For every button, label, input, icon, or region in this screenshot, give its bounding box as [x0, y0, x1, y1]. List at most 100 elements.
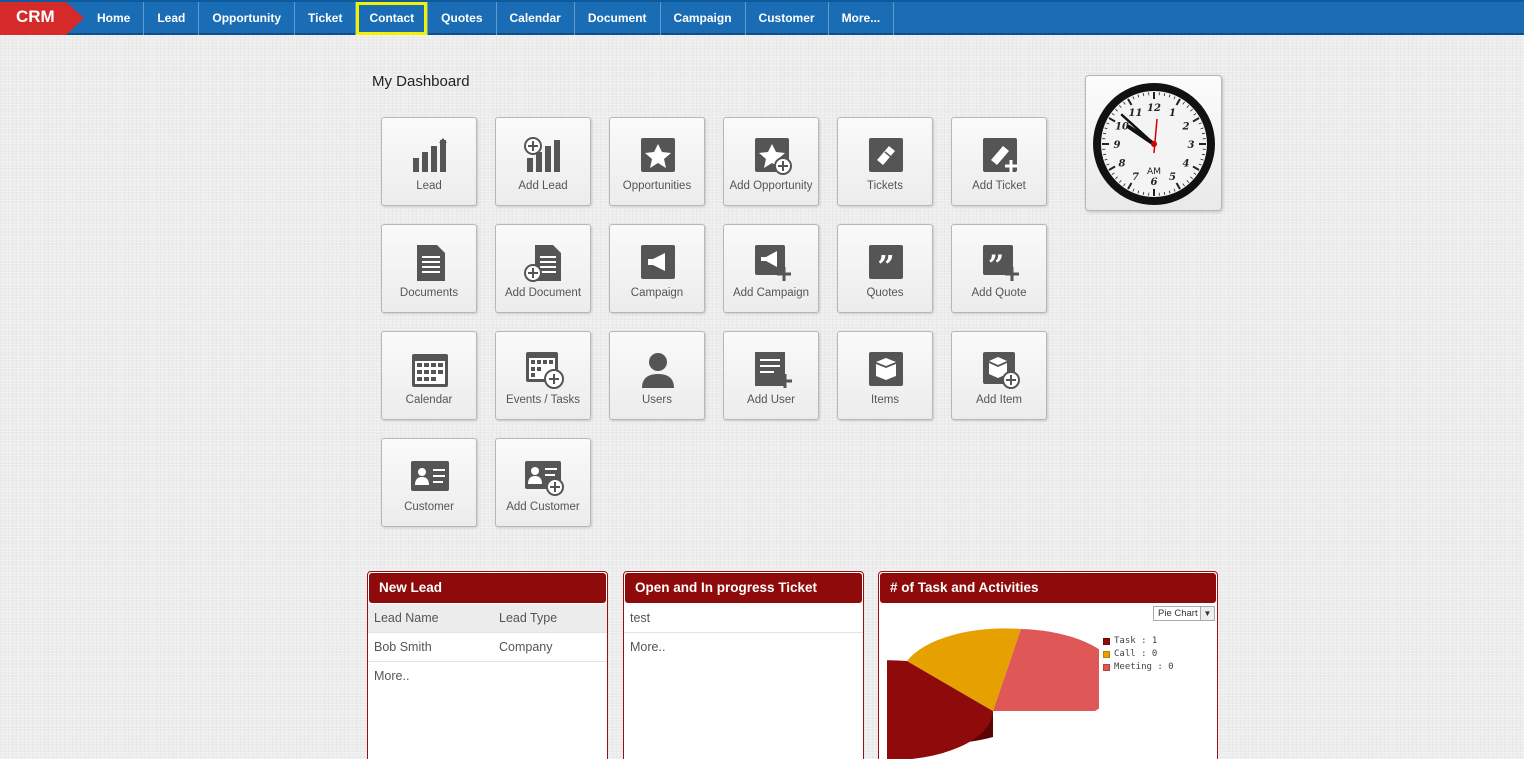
user-icon — [637, 350, 679, 390]
tile-add-customer[interactable]: Add Customer — [495, 438, 591, 527]
clock-numeral: 1 — [1169, 108, 1176, 119]
tile-add-opportunity[interactable]: Add Opportunity — [723, 117, 819, 206]
lead-type-cell: Company — [499, 640, 553, 654]
ticket-name[interactable]: test — [630, 604, 650, 632]
svg-text:”: ” — [877, 250, 894, 283]
tile-add-document[interactable]: Add Document — [495, 224, 591, 313]
nav-quotes[interactable]: Quotes — [428, 2, 497, 35]
tile-label: Campaign — [630, 287, 684, 299]
widget-title: # of Task and Activities — [880, 573, 1216, 603]
more-link[interactable]: More.. — [368, 662, 607, 691]
clock-numeral: 8 — [1118, 159, 1125, 170]
tasks-chart-widget: # of Task and Activities Pie Chart ▼ Tas… — [878, 571, 1218, 759]
chart-legend: Task : 1 Call : 0 Meeting : 0 — [1103, 635, 1174, 674]
tile-quotes[interactable]: ” Quotes — [837, 224, 933, 313]
add-megaphone-icon — [751, 243, 793, 283]
quote-icon: ” — [865, 243, 907, 283]
nav-ticket[interactable]: Ticket — [295, 2, 357, 35]
widget-title: New Lead — [369, 573, 606, 603]
nav-lead[interactable]: Lead — [144, 2, 200, 35]
add-user-icon — [751, 350, 793, 390]
tile-customer[interactable]: Customer — [381, 438, 477, 527]
tile-add-user[interactable]: Add User — [723, 331, 819, 420]
page-title: My Dashboard — [372, 73, 470, 90]
tile-users[interactable]: Users — [609, 331, 705, 420]
more-link[interactable]: More.. — [624, 633, 863, 662]
add-box-icon — [979, 350, 1021, 390]
legend-label: Task : 1 — [1114, 636, 1158, 646]
legend-swatch — [1103, 638, 1110, 645]
clock-numeral: 12 — [1147, 103, 1161, 114]
tile-label: Add User — [747, 394, 795, 406]
legend-label: Call : 0 — [1114, 649, 1158, 659]
clock-numeral: 3 — [1188, 140, 1195, 151]
tile-add-quote[interactable]: ” Add Quote — [951, 224, 1047, 313]
tile-label: Add Ticket — [972, 180, 1026, 192]
nav-customer[interactable]: Customer — [746, 2, 829, 35]
tile-opportunities[interactable]: Opportunities — [609, 117, 705, 206]
tile-lead[interactable]: Lead — [381, 117, 477, 206]
column-header: Lead Name — [374, 611, 439, 625]
pie-chart — [887, 628, 1099, 759]
add-chart-icon — [523, 136, 565, 176]
tile-tickets[interactable]: Tickets — [837, 117, 933, 206]
svg-text:AM: AM — [1147, 167, 1161, 177]
crm-logo[interactable]: CRM — [0, 2, 84, 35]
new-lead-widget: New Lead Lead Name Lead Type Bob Smith C… — [367, 571, 608, 759]
clock-face-icon: 12 12 3 456 78 9 1011 AM — [1093, 83, 1215, 205]
tile-label: Add Quote — [971, 287, 1027, 299]
tile-label: Add Campaign — [732, 287, 810, 299]
legend-item: Task : 1 — [1103, 635, 1174, 648]
nav-contact[interactable]: Contact — [356, 2, 429, 35]
nav-home[interactable]: Home — [84, 2, 145, 35]
main-nav: Home Lead Opportunity Ticket Contact Quotes Ca… — [84, 2, 895, 35]
legend-label: Meeting : 0 — [1114, 662, 1174, 672]
clock-numeral: 7 — [1132, 172, 1139, 183]
tile-calendar[interactable]: Calendar — [381, 331, 477, 420]
chevron-down-icon[interactable]: ▼ — [1200, 607, 1214, 620]
tile-events-tasks[interactable]: Events / Tasks — [495, 331, 591, 420]
clock-numeral: 6 — [1151, 177, 1158, 188]
widget-title: Open and In progress Ticket — [625, 573, 862, 603]
tile-label: Add Lead — [518, 180, 568, 192]
svg-text:”: ” — [988, 249, 1004, 282]
legend-item: Meeting : 0 — [1103, 661, 1174, 674]
tile-label: Tickets — [867, 180, 903, 192]
table-row[interactable]: Bob Smith Company — [368, 633, 607, 662]
add-ticket-icon — [979, 136, 1021, 176]
nav-campaign[interactable]: Campaign — [661, 2, 746, 35]
nav-document[interactable]: Document — [575, 2, 661, 35]
nav-opportunity[interactable]: Opportunity — [199, 2, 296, 35]
tile-campaign[interactable]: Campaign — [609, 224, 705, 313]
ticket-icon — [865, 136, 907, 176]
tile-add-item[interactable]: Add Item — [951, 331, 1047, 420]
add-calendar-icon — [523, 350, 565, 390]
tile-add-ticket[interactable]: Add Ticket — [951, 117, 1047, 206]
legend-swatch — [1103, 664, 1110, 671]
tile-documents[interactable]: Documents — [381, 224, 477, 313]
tile-label: Documents — [399, 287, 459, 299]
tile-items[interactable]: Items — [837, 331, 933, 420]
lead-name-cell[interactable]: Bob Smith — [374, 633, 499, 661]
tile-add-lead[interactable]: Add Lead — [495, 117, 591, 206]
clock-numeral: 4 — [1183, 159, 1190, 170]
add-quote-icon: ” — [979, 243, 1021, 283]
tile-add-campaign[interactable]: Add Campaign — [723, 224, 819, 313]
clock-numeral: 9 — [1114, 140, 1121, 151]
tile-label: Items — [870, 394, 900, 406]
tile-label: Opportunities — [622, 180, 692, 192]
select-value: Pie Chart — [1158, 608, 1198, 619]
ticket-widget: Open and In progress Ticket test More.. — [623, 571, 864, 759]
megaphone-icon — [637, 243, 679, 283]
chart-type-select[interactable]: Pie Chart ▼ — [1153, 606, 1215, 621]
calendar-icon — [409, 350, 451, 390]
nav-calendar[interactable]: Calendar — [497, 2, 575, 35]
tile-label: Add Opportunity — [729, 180, 813, 192]
analog-clock: 12 1 2 3 4 5 6 7 8 9 10 11 AM — [1085, 75, 1222, 211]
nav-more[interactable]: More... — [829, 2, 895, 35]
box-icon — [865, 350, 907, 390]
list-item[interactable]: test — [624, 604, 863, 633]
bar-chart-icon — [409, 136, 451, 176]
tile-label: Events / Tasks — [506, 394, 580, 406]
contact-card-icon — [409, 457, 451, 497]
